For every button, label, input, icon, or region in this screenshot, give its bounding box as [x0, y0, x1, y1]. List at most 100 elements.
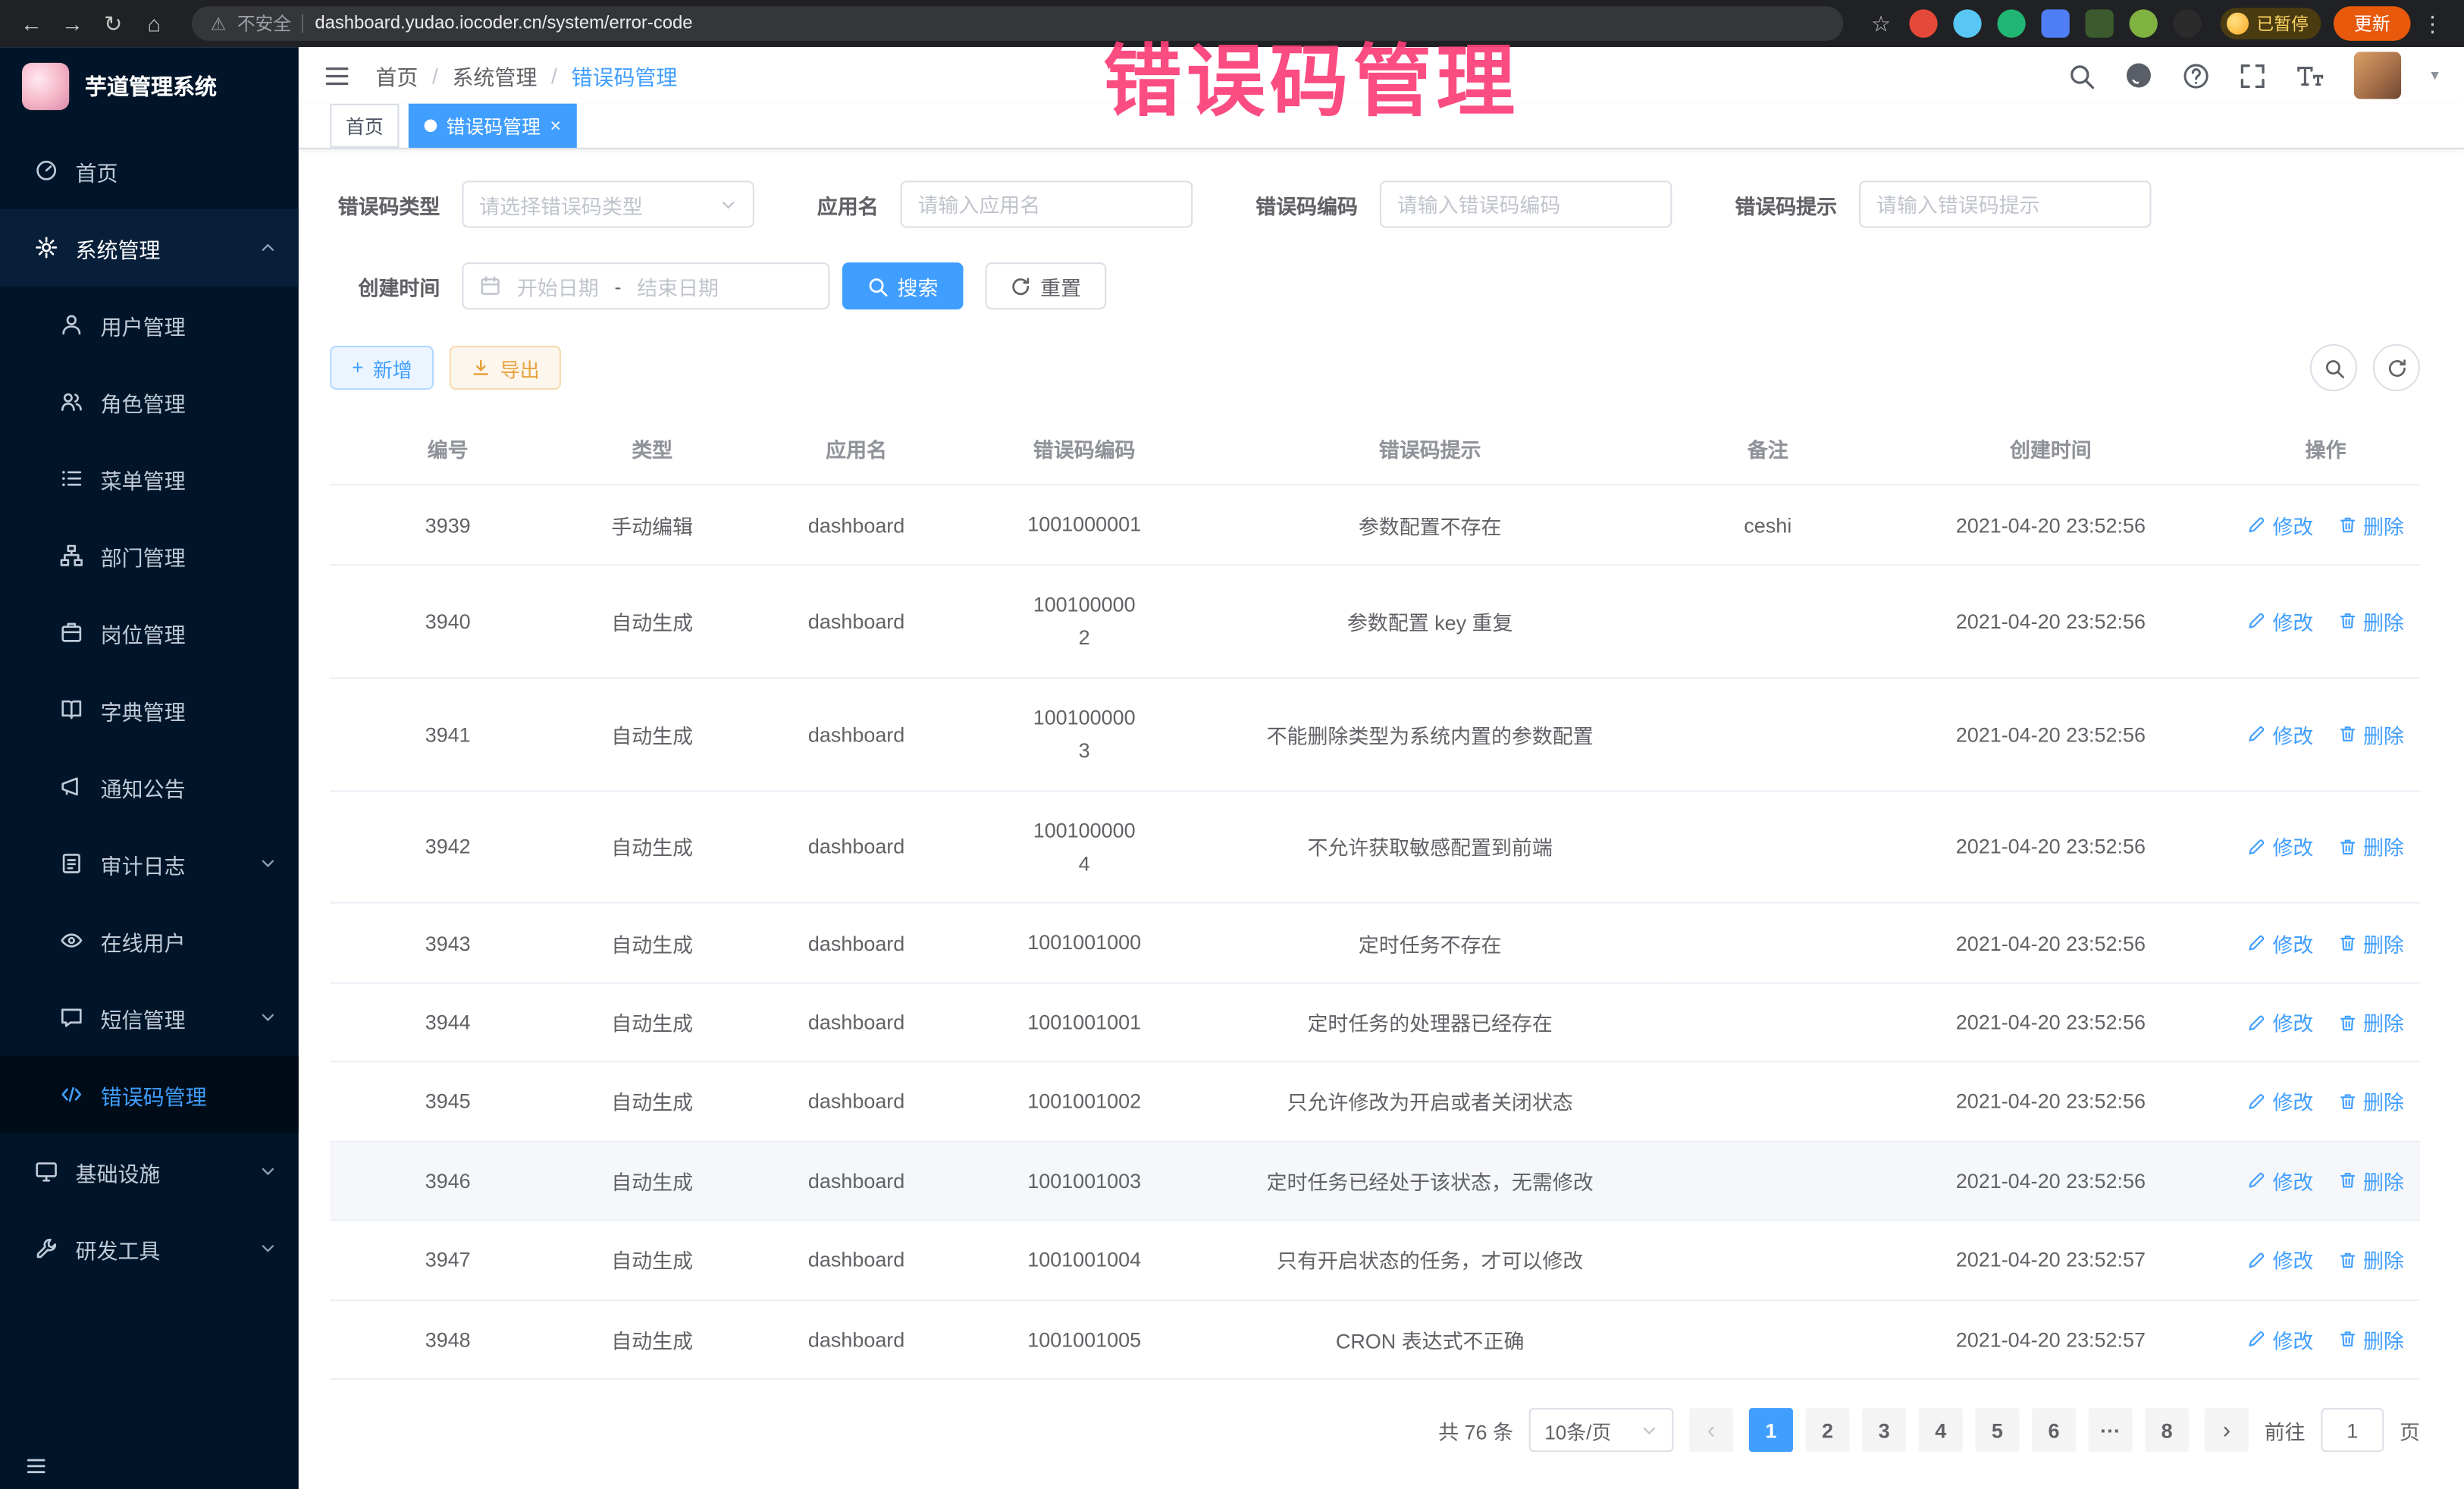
sidebar-item-infrastructure[interactable]: 基础设施	[0, 1133, 299, 1210]
sidebar-item-menus[interactable]: 菜单管理	[0, 440, 299, 517]
sidebar-collapse-icon[interactable]	[25, 1455, 47, 1477]
avatar[interactable]	[2354, 52, 2401, 99]
edit-link[interactable]: 修改	[2247, 1324, 2313, 1354]
page-button[interactable]: 2	[1805, 1408, 1849, 1452]
cell-message: CRON 表达式不正确	[1194, 1299, 1666, 1379]
page-button[interactable]: 6	[2032, 1408, 2076, 1452]
delete-link[interactable]: 删除	[2338, 1324, 2404, 1354]
cell-id: 3944	[330, 983, 566, 1062]
sidebar-item-home[interactable]: 首页	[0, 132, 299, 209]
delete-link[interactable]: 删除	[2338, 1086, 2404, 1116]
refresh-button[interactable]	[2373, 345, 2420, 392]
column-header-code: 错误码编码	[974, 414, 1194, 485]
search-button[interactable]: 搜索	[842, 263, 964, 310]
error-message-input[interactable]	[1859, 181, 2152, 228]
page-button[interactable]: 1	[1749, 1408, 1793, 1452]
hamburger-icon[interactable]	[324, 62, 350, 89]
export-button[interactable]: 导出	[450, 346, 561, 390]
sidebar-item-system[interactable]: 系统管理	[0, 209, 299, 287]
delete-link[interactable]: 删除	[2338, 719, 2404, 748]
sidebar-item-departments[interactable]: 部门管理	[0, 517, 299, 594]
toggle-search-button[interactable]	[2310, 345, 2357, 392]
delete-link[interactable]: 删除	[2338, 510, 2404, 540]
browser-menu-icon[interactable]: ⋮	[2414, 5, 2452, 42]
edit-link[interactable]: 修改	[2247, 510, 2313, 540]
edit-link[interactable]: 修改	[2247, 1245, 2313, 1274]
delete-link-label: 删除	[2363, 1086, 2404, 1116]
bookmark-star-icon[interactable]: ☆	[1862, 5, 1900, 42]
chevron-down-icon	[259, 1009, 277, 1027]
cell-remark	[1666, 904, 1870, 983]
extension-icon-paw[interactable]	[2174, 9, 2202, 37]
tab-home[interactable]: 首页	[330, 104, 399, 148]
date-range-picker[interactable]: 开始日期 - 结束日期	[462, 263, 829, 310]
page-button[interactable]: 5	[1975, 1408, 2019, 1452]
extension-icon-blue[interactable]	[1953, 9, 1981, 37]
extension-icon-leaf[interactable]	[2130, 9, 2158, 37]
breadcrumb-home[interactable]: 首页	[375, 60, 418, 91]
sidebar-item-dev-tools[interactable]: 研发工具	[0, 1210, 299, 1287]
delete-link[interactable]: 删除	[2338, 1245, 2404, 1274]
extension-icon-grid[interactable]	[2041, 9, 2069, 37]
goto-page-input[interactable]	[2321, 1408, 2384, 1452]
font-size-icon[interactable]	[2296, 62, 2324, 89]
extension-icon-green-v[interactable]	[1997, 9, 2025, 37]
sidebar-item-audit-logs[interactable]: 审计日志	[0, 825, 299, 902]
delete-link[interactable]: 删除	[2338, 606, 2404, 635]
address-bar[interactable]: ⚠ 不安全 dashboard.yudao.iocoder.cn/system/…	[192, 6, 1843, 41]
browser-home-icon[interactable]: ⌂	[135, 5, 173, 42]
eye-icon	[60, 929, 83, 952]
breadcrumb-system[interactable]: 系统管理	[452, 60, 537, 91]
edit-link[interactable]: 修改	[2247, 606, 2313, 635]
search-icon[interactable]	[2068, 62, 2095, 89]
sidebar-item-posts[interactable]: 岗位管理	[0, 594, 299, 671]
page-button[interactable]: 4	[1919, 1408, 1963, 1452]
delete-link-label: 删除	[2363, 719, 2404, 748]
delete-link[interactable]: 删除	[2338, 1008, 2404, 1037]
help-icon[interactable]	[2183, 62, 2209, 89]
edit-link[interactable]: 修改	[2247, 1086, 2313, 1116]
cell-created: 2021-04-20 23:52:57	[1870, 1221, 2232, 1300]
reset-button[interactable]: 重置	[986, 263, 1107, 310]
delete-link[interactable]: 删除	[2338, 1166, 2404, 1196]
page-button[interactable]: 8	[2145, 1408, 2189, 1452]
chevron-down-icon[interactable]: ▾	[2431, 67, 2438, 84]
fullscreen-icon[interactable]	[2240, 62, 2266, 89]
sidebar-item-roles[interactable]: 角色管理	[0, 363, 299, 440]
cell-id: 3942	[330, 791, 566, 904]
delete-link[interactable]: 删除	[2338, 832, 2404, 861]
next-page-button[interactable]: ›	[2205, 1408, 2249, 1452]
cell-code: 1001000001	[974, 485, 1194, 565]
sidebar-item-sms[interactable]: 短信管理	[0, 979, 299, 1056]
edit-link[interactable]: 修改	[2247, 832, 2313, 861]
browser-update-button[interactable]: 更新	[2334, 6, 2411, 41]
add-button[interactable]: + 新增	[330, 346, 434, 390]
sidebar-item-dictionary[interactable]: 字典管理	[0, 671, 299, 748]
sidebar-item-users[interactable]: 用户管理	[0, 286, 299, 363]
github-icon[interactable]	[2124, 61, 2152, 89]
reload-icon[interactable]: ↻	[94, 5, 132, 42]
edit-link[interactable]: 修改	[2247, 928, 2313, 958]
sidebar-item-online-users[interactable]: 在线用户	[0, 902, 299, 980]
extension-icon-red[interactable]	[1909, 9, 1937, 37]
delete-link[interactable]: 删除	[2338, 928, 2404, 958]
error-type-select[interactable]: 请选择错误码类型	[462, 181, 754, 228]
page-button[interactable]: ···	[2089, 1408, 2133, 1452]
cell-message: 不能删除类型为系统内置的参数配置	[1194, 678, 1666, 791]
page-size-select[interactable]: 10条/页	[1529, 1408, 1674, 1452]
app-name-input[interactable]	[901, 181, 1193, 228]
page-button[interactable]: 3	[1862, 1408, 1906, 1452]
edit-link[interactable]: 修改	[2247, 719, 2313, 748]
extension-icon-switch[interactable]	[2085, 9, 2113, 37]
close-icon[interactable]: ×	[550, 117, 562, 136]
prev-page-button[interactable]: ‹	[1689, 1408, 1733, 1452]
edit-link[interactable]: 修改	[2247, 1166, 2313, 1196]
sidebar-item-notices[interactable]: 通知公告	[0, 748, 299, 826]
forward-icon[interactable]: →	[53, 5, 91, 42]
paused-badge[interactable]: 已暂停	[2221, 8, 2321, 39]
back-icon[interactable]: ←	[13, 5, 51, 42]
edit-link[interactable]: 修改	[2247, 1008, 2313, 1037]
error-code-input[interactable]	[1380, 181, 1672, 228]
sidebar-item-error-codes[interactable]: 错误码管理	[0, 1056, 299, 1133]
tab-error-codes[interactable]: 错误码管理 ×	[409, 104, 577, 148]
